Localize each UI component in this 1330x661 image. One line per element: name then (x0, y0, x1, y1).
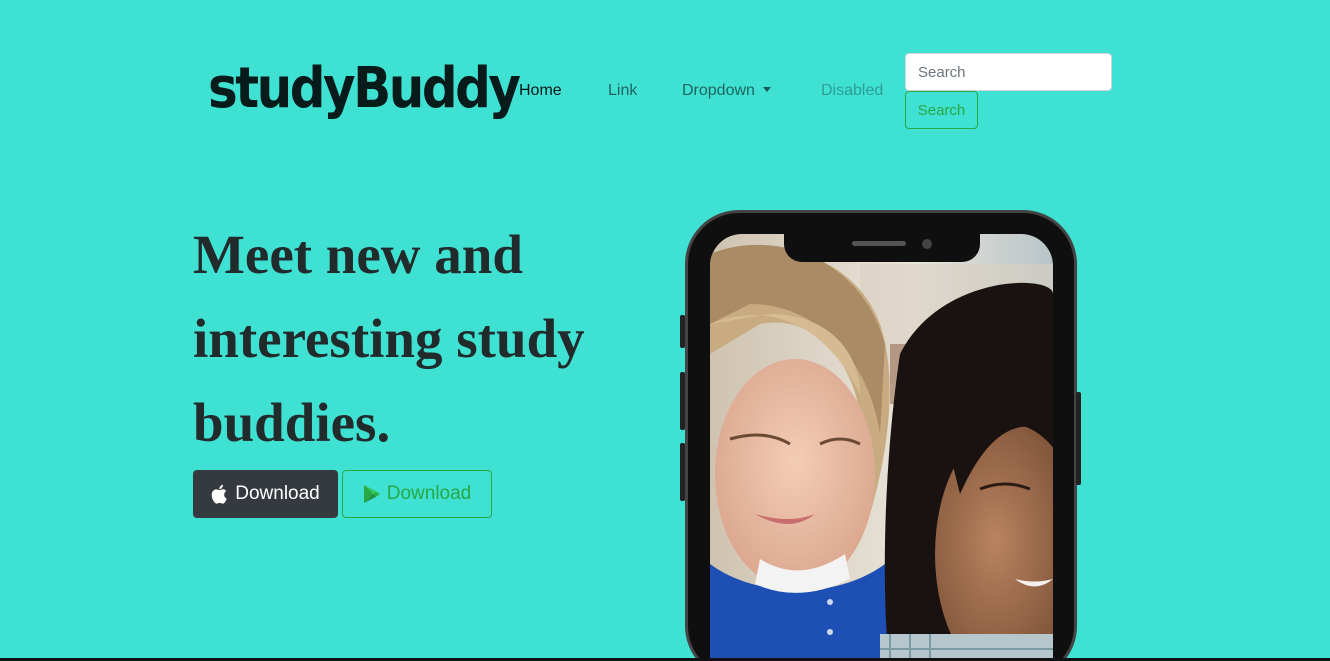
nav-dropdown[interactable]: Dropdown (682, 82, 771, 100)
nav-dropdown-label: Dropdown (682, 82, 755, 99)
nav-home[interactable]: Home (519, 82, 562, 100)
nav-disabled: Disabled (821, 82, 884, 99)
phone-screen-photo (710, 234, 1053, 661)
hero-title: Meet new and interesting study buddies. (193, 224, 585, 453)
google-play-download-label: Download (386, 483, 472, 504)
search-button[interactable]: Search (905, 91, 978, 129)
phone-side-button (680, 443, 685, 501)
brand-logo[interactable]: studyBuddy (208, 60, 521, 116)
phone-side-button (1076, 392, 1081, 485)
phone-side-button (680, 315, 685, 348)
students-photo (710, 234, 1053, 661)
google-play-download-button[interactable]: Download (342, 470, 492, 518)
phone-camera (922, 239, 932, 249)
apple-icon (211, 484, 227, 504)
google-play-icon (363, 485, 380, 503)
search-input[interactable] (905, 53, 1112, 91)
caret-down-icon (762, 87, 771, 92)
apple-download-button[interactable]: Download (193, 470, 338, 518)
phone-side-button (680, 372, 685, 430)
apple-download-label: Download (235, 483, 320, 504)
nav-link[interactable]: Link (608, 82, 637, 100)
phone-notch (784, 230, 980, 262)
phone-speaker (852, 241, 906, 246)
